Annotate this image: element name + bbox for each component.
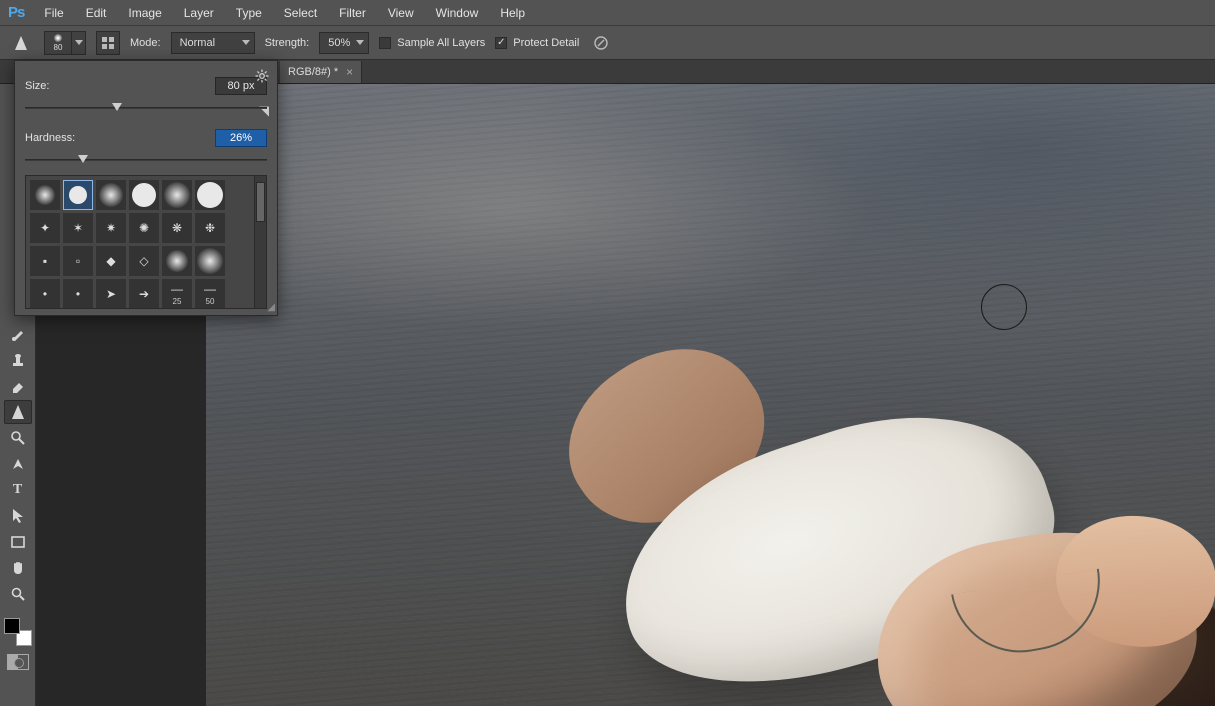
brush-popover: ◥ Size: 80 px Hardness: 26% ✦ ✶ ✷ ✺ ❋ ❉ … <box>14 60 278 316</box>
mode-label: Mode: <box>130 37 161 49</box>
sample-all-layers-checkbox[interactable]: Sample All Layers <box>379 37 485 49</box>
brush-preset[interactable]: • <box>30 279 60 309</box>
hardness-slider[interactable] <box>25 153 267 167</box>
brush-preset[interactable]: ▪ <box>30 246 60 276</box>
brush-size-mini: 80 <box>54 43 63 52</box>
active-tool-icon <box>8 30 34 56</box>
chevron-down-icon[interactable] <box>71 32 85 54</box>
color-swatches[interactable] <box>4 618 32 646</box>
sample-all-label: Sample All Layers <box>397 37 485 49</box>
brush-preset[interactable]: ✶ <box>63 213 93 243</box>
hardness-label: Hardness: <box>25 132 75 144</box>
brush-preset[interactable]: • <box>63 279 93 309</box>
brush-tool[interactable] <box>4 322 32 346</box>
brush-preset[interactable]: ❋ <box>162 213 192 243</box>
menu-filter[interactable]: Filter <box>329 2 376 24</box>
zoom-tool[interactable] <box>4 582 32 606</box>
brush-preset[interactable] <box>195 246 225 276</box>
brush-preset-chip[interactable]: 80 <box>44 31 86 55</box>
menu-view[interactable]: View <box>378 2 424 24</box>
menu-edit[interactable]: Edit <box>76 2 117 24</box>
menu-select[interactable]: Select <box>274 2 327 24</box>
hand-tool[interactable] <box>4 556 32 580</box>
brush-preset[interactable] <box>162 246 192 276</box>
rectangle-tool[interactable] <box>4 530 32 554</box>
dodge-tool[interactable] <box>4 426 32 450</box>
brush-preset[interactable]: ✺ <box>129 213 159 243</box>
resize-grip-icon[interactable]: ◢ <box>267 302 275 313</box>
path-select-tool[interactable] <box>4 504 32 528</box>
mode-value: Normal <box>180 37 215 49</box>
brush-preset[interactable]: ◇ <box>129 246 159 276</box>
brush-preset[interactable] <box>195 180 225 210</box>
brush-preset[interactable]: ✦ <box>30 213 60 243</box>
quick-mask-toggle[interactable] <box>7 654 29 670</box>
brush-preset[interactable]: —25 <box>162 279 192 309</box>
brush-preset[interactable] <box>63 180 93 210</box>
brush-preset[interactable] <box>96 180 126 210</box>
brush-preset[interactable]: —50 <box>195 279 225 309</box>
menu-image[interactable]: Image <box>118 2 171 24</box>
checkbox-icon <box>379 37 391 49</box>
chevron-down-icon <box>356 40 364 45</box>
brush-preset[interactable]: ◆ <box>96 246 126 276</box>
menu-file[interactable]: File <box>34 2 73 24</box>
menu-type[interactable]: Type <box>226 2 272 24</box>
brush-preset[interactable]: ➤ <box>96 279 126 309</box>
type-tool[interactable]: T <box>4 478 32 502</box>
chevron-down-icon <box>242 40 250 45</box>
presets-scrollbar[interactable] <box>254 176 266 308</box>
canvas[interactable] <box>206 84 1215 706</box>
protect-detail-label: Protect Detail <box>513 37 579 49</box>
mode-select[interactable]: Normal <box>171 32 255 54</box>
size-label: Size: <box>25 80 49 92</box>
menu-help[interactable]: Help <box>490 2 535 24</box>
document-tab-label: RGB/8#) * <box>288 66 338 78</box>
brush-cursor-icon <box>981 284 1027 330</box>
pen-tool[interactable] <box>4 452 32 476</box>
brush-preset[interactable] <box>129 180 159 210</box>
close-icon[interactable]: × <box>346 65 353 79</box>
strength-select[interactable]: 50% <box>319 32 369 54</box>
menu-layer[interactable]: Layer <box>174 2 224 24</box>
checkbox-checked-icon <box>495 37 507 49</box>
brush-presets-grid: ✦ ✶ ✷ ✺ ❋ ❉ ▪ ▫ ◆ ◇ • • ➤ ➔ —25 —50 <box>25 175 267 309</box>
brush-preset[interactable]: ➔ <box>129 279 159 309</box>
size-slider[interactable] <box>25 101 267 115</box>
brush-preset[interactable]: ❉ <box>195 213 225 243</box>
menu-window[interactable]: Window <box>426 2 489 24</box>
protect-detail-checkbox[interactable]: Protect Detail <box>495 37 579 49</box>
brush-preset[interactable]: ▫ <box>63 246 93 276</box>
document-tab[interactable]: RGB/8#) * × <box>280 61 362 83</box>
sharpen-tool[interactable] <box>4 400 32 424</box>
brush-preset[interactable] <box>30 180 60 210</box>
strength-value: 50% <box>328 37 350 49</box>
brush-preset[interactable] <box>162 180 192 210</box>
image-figure <box>356 306 1215 706</box>
options-bar: 80 Mode: Normal Strength: 50% Sample All… <box>0 26 1215 60</box>
app-logo: Ps <box>6 4 32 21</box>
hardness-input[interactable]: 26% <box>215 129 267 147</box>
brush-preset[interactable]: ✷ <box>96 213 126 243</box>
tablet-pressure-icon[interactable] <box>589 31 613 55</box>
brush-panel-toggle[interactable] <box>96 31 120 55</box>
menu-bar: Ps File Edit Image Layer Type Select Fil… <box>0 0 1215 26</box>
gear-icon[interactable] <box>255 69 269 83</box>
eraser-tool[interactable] <box>4 374 32 398</box>
stamp-tool[interactable] <box>4 348 32 372</box>
strength-label: Strength: <box>265 37 310 49</box>
